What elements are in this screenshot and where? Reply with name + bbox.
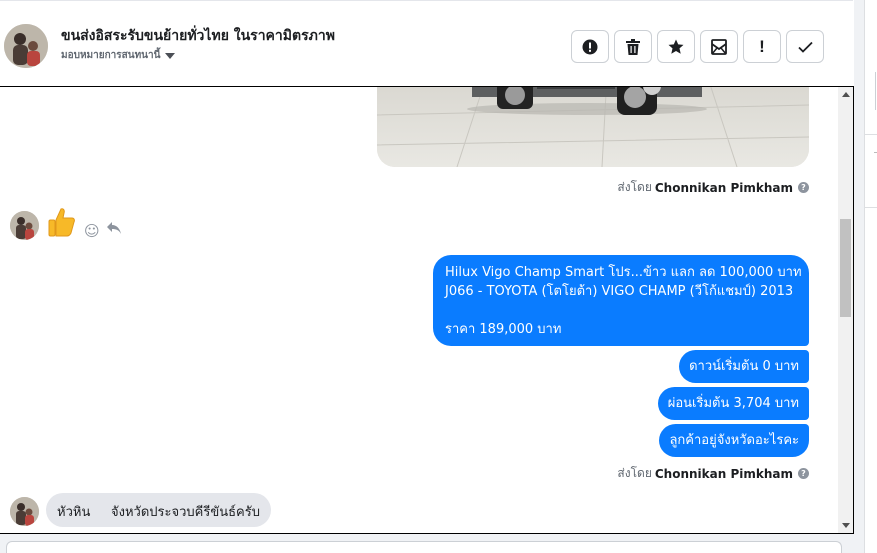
conversation-header: ขนส่งอิสระรับขนย้ายทั่วไทย ในราคามิตรภาพ… — [0, 0, 853, 87]
spam-button[interactable] — [571, 30, 609, 63]
assign-label: มอบหมายการสนทนานี้ — [61, 50, 161, 61]
assign-conversation-dropdown[interactable]: มอบหมายการสนทนานี้ — [61, 48, 176, 63]
sent-by-label: ส่งโดย Chonnikan Pimkham ? — [617, 178, 809, 197]
scrollbar-thumb[interactable] — [840, 219, 851, 317]
reply-icon[interactable] — [106, 221, 122, 239]
panel-gap — [854, 0, 864, 553]
sender-name[interactable]: Chonnikan Pimkham — [655, 467, 793, 481]
thread-scrollbar[interactable] — [838, 87, 853, 533]
caret-down-icon — [165, 52, 176, 59]
panel-divider — [865, 134, 877, 135]
outgoing-message[interactable]: ดาวน์เริ่มต้น 0 บาท — [679, 350, 809, 383]
outgoing-message-listing[interactable]: Hilux Vigo Champ Smart โปร...ข้าว แลก ลด… — [433, 255, 809, 346]
incoming-message-text: หัวหิน จังหวัดประจวบคีรีขันธ์ครับ — [57, 505, 260, 520]
sent-by-prefix: ส่งโดย — [617, 180, 652, 194]
check-icon — [797, 41, 813, 53]
panel-divider — [865, 207, 877, 208]
star-icon — [668, 39, 684, 54]
delete-button[interactable] — [614, 30, 652, 63]
sender-name[interactable]: Chonnikan Pimkham — [655, 181, 793, 195]
mark-unread-button[interactable] — [700, 30, 738, 63]
help-icon[interactable]: ? — [798, 468, 809, 479]
scroll-up-arrow-icon[interactable] — [842, 92, 850, 97]
outgoing-message[interactable]: ลูกค้าอยู่จังหวัดอะไรคะ — [659, 424, 809, 457]
trash-icon — [626, 38, 640, 55]
outgoing-message[interactable]: ผ่อนเริ่มต้น 3,704 บาท — [657, 387, 809, 420]
inbox-app: ขนส่งอิสระรับขนย้ายทั่วไทย ในราคามิตรภาพ… — [0, 0, 877, 553]
page-title: ขนส่งอิสระรับขนย้ายทั่วไทย ในราคามิตรภาพ — [61, 28, 335, 44]
customer-avatar-small[interactable] — [10, 211, 39, 240]
listing-line-3 — [445, 301, 797, 320]
thumbs-up-icon — [47, 207, 75, 237]
help-icon[interactable]: ? — [798, 182, 809, 193]
react-emoji-icon[interactable]: ☺ — [84, 222, 100, 240]
alert-circle-icon — [582, 39, 598, 54]
sent-by-label: ส่งโดย Chonnikan Pimkham ? — [617, 464, 809, 483]
listing-line-1: Hilux Vigo Champ Smart โปร...ข้าว แลก ลด… — [445, 265, 802, 280]
customer-info-panel — [864, 0, 877, 553]
message-thread[interactable]: ส่งโดย Chonnikan Pimkham ? ☺ Hilux Vigo … — [0, 86, 854, 534]
sent-by-prefix: ส่งโดย — [617, 466, 652, 480]
scroll-down-arrow-icon[interactable] — [842, 523, 850, 528]
customer-avatar[interactable] — [4, 24, 48, 68]
star-button[interactable] — [657, 30, 695, 63]
conversation-toolbar: ! — [571, 30, 824, 63]
listing-line-2: J066 - TOYOTA (โตโยต้า) VIGO CHAMP (วีโก… — [445, 284, 794, 299]
shared-car-photo[interactable] — [377, 87, 809, 167]
customer-avatar-small[interactable] — [10, 497, 39, 526]
listing-line-4: ราคา 189,000 บาท — [445, 322, 562, 337]
done-button[interactable] — [786, 30, 824, 63]
incoming-message[interactable]: หัวหิน จังหวัดประจวบคีรีขันธ์ครับ — [46, 493, 271, 527]
follow-up-button[interactable]: ! — [743, 30, 781, 63]
exclamation-icon: ! — [759, 37, 765, 56]
reply-composer[interactable] — [6, 541, 842, 553]
envelope-icon — [711, 38, 727, 55]
